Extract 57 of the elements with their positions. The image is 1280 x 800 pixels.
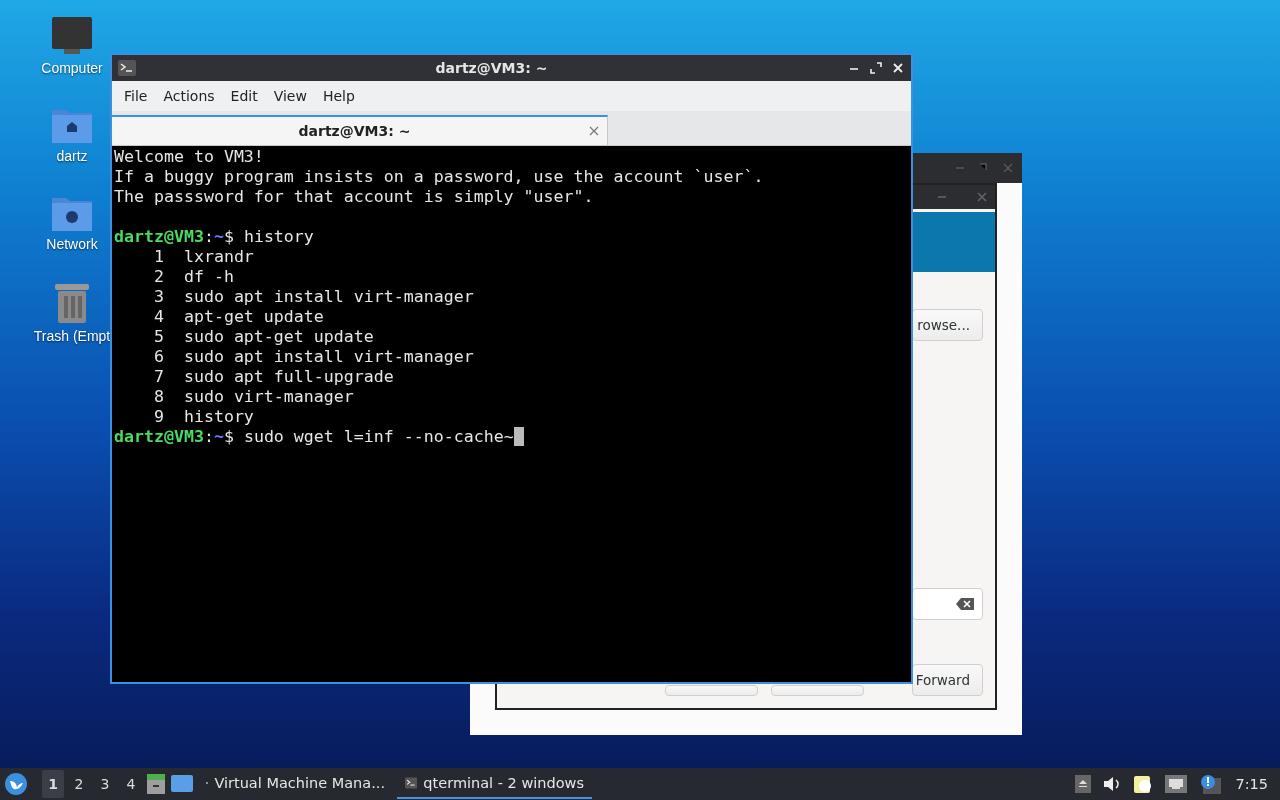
terminal-output-line: 5 sudo apt-get update: [152, 327, 375, 347]
clock[interactable]: 7:15: [1229, 776, 1276, 792]
desktop-icon-label[interactable]: Trash (Empt: [33, 328, 111, 344]
terminal-output-line: 9 history: [152, 407, 255, 427]
prompt-user: dartz@VM3: [114, 427, 204, 446]
maximize-icon[interactable]: [869, 61, 883, 75]
forward-button[interactable]: Forward: [912, 664, 983, 696]
prompt-user: dartz@VM3: [114, 227, 204, 246]
prompt-path: ~: [213, 227, 224, 246]
desktop-switcher[interactable]: 2: [68, 770, 90, 798]
terminal-output-line: Welcome to VM3!: [114, 147, 265, 167]
close-icon[interactable]: [891, 61, 905, 75]
desktop-switcher[interactable]: 4: [120, 770, 142, 798]
monitor-icon: [51, 16, 93, 56]
window-title: dartz@VM3: ~: [434, 60, 549, 76]
terminal-output-line: 7 sudo apt full-upgrade: [152, 367, 395, 387]
browse-button[interactable]: rowse...: [912, 309, 983, 341]
speaker-icon: [1103, 776, 1122, 792]
menu-item[interactable]: File: [116, 88, 156, 104]
terminal-output-line: 4 apt-get update: [152, 307, 325, 327]
file-cabinet-icon[interactable]: [146, 773, 166, 795]
terminal-output-line: 1 lxrandr: [152, 247, 255, 267]
terminal-output-line: 2 df -h: [152, 267, 235, 287]
desktop-switcher[interactable]: 1: [42, 770, 64, 798]
terminal-icon: [118, 60, 136, 76]
text-field[interactable]: [912, 588, 983, 620]
notification-icon: [1199, 774, 1222, 794]
window-controls-icon: [954, 162, 1014, 174]
menu-item[interactable]: Help: [314, 88, 363, 104]
trash-icon: [53, 282, 91, 324]
start-menu-icon[interactable]: [4, 772, 28, 796]
terminal-output-line: 8 sudo virt-manager: [152, 387, 355, 407]
command-text: $ history: [223, 227, 314, 246]
menu-item[interactable]: Actions: [155, 88, 223, 104]
prompt-separator: :: [203, 227, 214, 246]
desktop-icon-label[interactable]: Network: [46, 236, 98, 252]
terminal-output-line: 6 sudo apt install virt-manager: [152, 347, 475, 367]
prompt-separator: :: [203, 427, 214, 446]
desktop-icon-label[interactable]: dartz: [56, 148, 88, 164]
terminal-output-line: The passsword for that account is simply "user".: [114, 187, 595, 207]
taskbar-task[interactable]: qterminal - 2 windows: [397, 769, 592, 799]
command-text: $ sudo wget l=inf --no-cache~: [223, 427, 514, 446]
terminal-output-line: If a buggy program insists on a password, use the account `user`.: [114, 167, 765, 187]
terminal-icon: [405, 775, 418, 791]
taskbar-task[interactable]: Virtual Machine Mana...: [198, 769, 393, 799]
clipboard-icon: [1133, 774, 1154, 794]
desktop-switcher[interactable]: 3: [94, 770, 116, 798]
clear-icon[interactable]: [956, 598, 974, 610]
ethernet-icon: [1165, 775, 1188, 793]
prompt-path: ~: [213, 427, 224, 446]
menu-item[interactable]: Edit: [222, 88, 266, 104]
tab-label: dartz@VM3: ~: [297, 123, 412, 139]
terminal-output-line: 3 sudo apt install virt-manager: [152, 287, 475, 307]
eject-icon: [1075, 775, 1092, 793]
desktop-icon[interactable]: [170, 773, 194, 795]
terminal-tab[interactable]: dartz@VM3: ~: [112, 115, 608, 145]
menu-item[interactable]: View: [265, 88, 315, 104]
